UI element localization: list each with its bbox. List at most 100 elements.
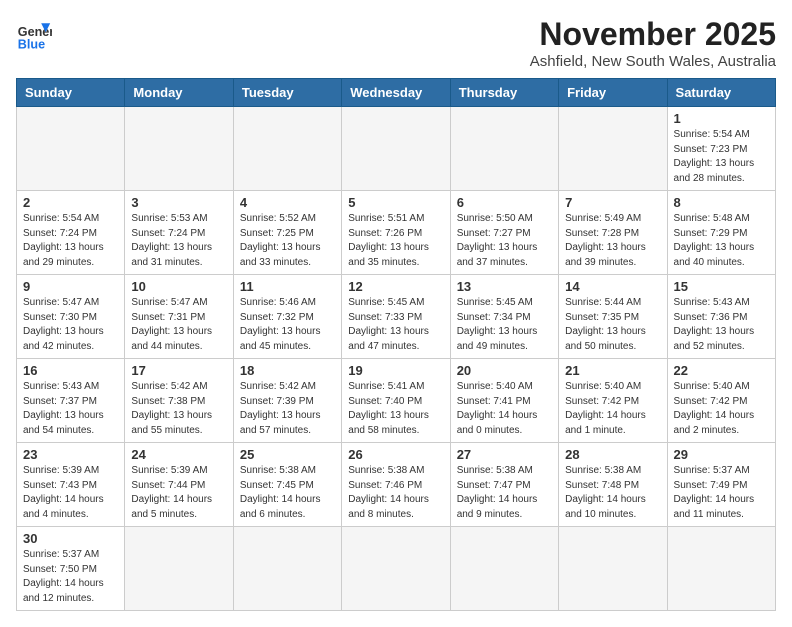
- day-info: Sunrise: 5:45 AM Sunset: 7:34 PM Dayligh…: [457, 296, 552, 354]
- calendar-cell: 21Sunrise: 5:40 AM Sunset: 7:42 PM Dayli…: [559, 359, 667, 443]
- calendar-cell: 18Sunrise: 5:42 AM Sunset: 7:39 PM Dayli…: [233, 359, 341, 443]
- calendar-cell: 30Sunrise: 5:37 AM Sunset: 7:50 PM Dayli…: [17, 527, 125, 611]
- day-info: Sunrise: 5:38 AM Sunset: 7:48 PM Dayligh…: [565, 464, 660, 522]
- day-number: 28: [565, 447, 660, 462]
- calendar-cell: [125, 107, 233, 191]
- day-info: Sunrise: 5:48 AM Sunset: 7:29 PM Dayligh…: [674, 212, 769, 270]
- month-title: November 2025: [530, 16, 776, 53]
- day-info: Sunrise: 5:44 AM Sunset: 7:35 PM Dayligh…: [565, 296, 660, 354]
- calendar-cell: 24 Sunrise: 5:39 AM Sunset: 7:44 PM Dayli…: [125, 443, 233, 527]
- day-number: 8: [674, 195, 769, 210]
- day-number: 27: [457, 447, 552, 462]
- day-number: 14: [565, 279, 660, 294]
- calendar-cell: 4 Sunrise: 5:52 AM Sunset: 7:25 PM Daylig…: [233, 191, 341, 275]
- calendar-cell: 8 Sunrise: 5:48 AM Sunset: 7:29 PM Daylig…: [667, 191, 775, 275]
- calendar-cell: 20 Sunrise: 5:40 AM Sunset: 7:41 PM Dayli…: [450, 359, 558, 443]
- day-number: 13: [457, 279, 552, 294]
- calendar-week-4: 16Sunrise: 5:43 AM Sunset: 7:37 PM Dayli…: [17, 359, 776, 443]
- day-number: 19: [348, 363, 443, 378]
- calendar-cell: 13 Sunrise: 5:45 AM Sunset: 7:34 PM Dayli…: [450, 275, 558, 359]
- calendar-cell: 28 Sunrise: 5:38 AM Sunset: 7:48 PM Dayli…: [559, 443, 667, 527]
- day-number: 16: [23, 363, 118, 378]
- day-number: 5: [348, 195, 443, 210]
- day-info: Sunrise: 5:41 AM Sunset: 7:40 PM Dayligh…: [348, 380, 443, 438]
- day-number: 4: [240, 195, 335, 210]
- day-info: Sunrise: 5:43 AM Sunset: 7:36 PM Dayligh…: [674, 296, 769, 354]
- day-number: 7: [565, 195, 660, 210]
- day-number: 29: [674, 447, 769, 462]
- calendar-cell: 22 Sunrise: 5:40 AM Sunset: 7:42 PM Dayli…: [667, 359, 775, 443]
- day-number: 23: [23, 447, 118, 462]
- day-info: Sunrise: 5:52 AM Sunset: 7:25 PM Dayligh…: [240, 212, 335, 270]
- weekday-header-saturday: Saturday: [667, 79, 775, 107]
- calendar-cell: 10 Sunrise: 5:47 AM Sunset: 7:31 PM Dayli…: [125, 275, 233, 359]
- day-info: Sunrise: 5:39 AM Sunset: 7:44 PM Dayligh…: [131, 464, 226, 522]
- day-info: Sunrise: 5:38 AM Sunset: 7:45 PM Dayligh…: [240, 464, 335, 522]
- day-number: 6: [457, 195, 552, 210]
- weekday-header-sunday: Sunday: [17, 79, 125, 107]
- calendar-cell: [450, 527, 558, 611]
- day-info: Sunrise: 5:42 AM Sunset: 7:39 PM Dayligh…: [240, 380, 335, 438]
- day-number: 3: [131, 195, 226, 210]
- logo: General Blue: [16, 16, 52, 52]
- day-number: 10: [131, 279, 226, 294]
- day-number: 12: [348, 279, 443, 294]
- calendar-cell: [559, 107, 667, 191]
- calendar-cell: 2Sunrise: 5:54 AM Sunset: 7:24 PM Daylig…: [17, 191, 125, 275]
- day-info: Sunrise: 5:45 AM Sunset: 7:33 PM Dayligh…: [348, 296, 443, 354]
- calendar-cell: [667, 527, 775, 611]
- day-info: Sunrise: 5:47 AM Sunset: 7:31 PM Dayligh…: [131, 296, 226, 354]
- svg-text:Blue: Blue: [18, 37, 45, 51]
- day-info: Sunrise: 5:40 AM Sunset: 7:42 PM Dayligh…: [565, 380, 660, 438]
- calendar-cell: 19 Sunrise: 5:41 AM Sunset: 7:40 PM Dayli…: [342, 359, 450, 443]
- calendar-cell: [342, 107, 450, 191]
- day-number: 26: [348, 447, 443, 462]
- weekday-header-monday: Monday: [125, 79, 233, 107]
- day-info: Sunrise: 5:38 AM Sunset: 7:47 PM Dayligh…: [457, 464, 552, 522]
- page-header: General Blue November 2025 Ashfield, New…: [16, 16, 776, 70]
- calendar-cell: [125, 527, 233, 611]
- calendar-cell: 25 Sunrise: 5:38 AM Sunset: 7:45 PM Dayli…: [233, 443, 341, 527]
- calendar-cell: 16Sunrise: 5:43 AM Sunset: 7:37 PM Dayli…: [17, 359, 125, 443]
- day-info: Sunrise: 5:54 AM Sunset: 7:24 PM Dayligh…: [23, 212, 118, 270]
- day-info: Sunrise: 5:53 AM Sunset: 7:24 PM Dayligh…: [131, 212, 226, 270]
- calendar-week-3: 9Sunrise: 5:47 AM Sunset: 7:30 PM Daylig…: [17, 275, 776, 359]
- day-number: 24: [131, 447, 226, 462]
- day-info: Sunrise: 5:37 AM Sunset: 7:50 PM Dayligh…: [23, 548, 118, 606]
- day-number: 20: [457, 363, 552, 378]
- calendar-cell: 15Sunrise: 5:43 AM Sunset: 7:36 PM Dayli…: [667, 275, 775, 359]
- calendar-cell: 27 Sunrise: 5:38 AM Sunset: 7:47 PM Dayli…: [450, 443, 558, 527]
- day-info: Sunrise: 5:49 AM Sunset: 7:28 PM Dayligh…: [565, 212, 660, 270]
- calendar-week-6: 30Sunrise: 5:37 AM Sunset: 7:50 PM Dayli…: [17, 527, 776, 611]
- calendar-cell: [233, 527, 341, 611]
- calendar-cell: 5Sunrise: 5:51 AM Sunset: 7:26 PM Daylig…: [342, 191, 450, 275]
- day-number: 25: [240, 447, 335, 462]
- calendar-cell: 9Sunrise: 5:47 AM Sunset: 7:30 PM Daylig…: [17, 275, 125, 359]
- weekday-header-wednesday: Wednesday: [342, 79, 450, 107]
- calendar-cell: 6 Sunrise: 5:50 AM Sunset: 7:27 PM Daylig…: [450, 191, 558, 275]
- day-number: 1: [674, 111, 769, 126]
- calendar-cell: 23Sunrise: 5:39 AM Sunset: 7:43 PM Dayli…: [17, 443, 125, 527]
- day-info: Sunrise: 5:37 AM Sunset: 7:49 PM Dayligh…: [674, 464, 769, 522]
- day-info: Sunrise: 5:50 AM Sunset: 7:27 PM Dayligh…: [457, 212, 552, 270]
- weekday-header-thursday: Thursday: [450, 79, 558, 107]
- calendar-week-2: 2Sunrise: 5:54 AM Sunset: 7:24 PM Daylig…: [17, 191, 776, 275]
- calendar-week-5: 23Sunrise: 5:39 AM Sunset: 7:43 PM Dayli…: [17, 443, 776, 527]
- day-info: Sunrise: 5:42 AM Sunset: 7:38 PM Dayligh…: [131, 380, 226, 438]
- day-info: Sunrise: 5:40 AM Sunset: 7:41 PM Dayligh…: [457, 380, 552, 438]
- calendar-cell: [450, 107, 558, 191]
- day-info: Sunrise: 5:54 AM Sunset: 7:23 PM Dayligh…: [674, 128, 769, 186]
- weekday-header-tuesday: Tuesday: [233, 79, 341, 107]
- calendar-cell: [342, 527, 450, 611]
- calendar-cell: 14 Sunrise: 5:44 AM Sunset: 7:35 PM Dayli…: [559, 275, 667, 359]
- title-area: November 2025 Ashfield, New South Wales,…: [530, 16, 776, 70]
- calendar-cell: [233, 107, 341, 191]
- location-title: Ashfield, New South Wales, Australia: [530, 53, 776, 70]
- calendar-cell: [559, 527, 667, 611]
- day-number: 17: [131, 363, 226, 378]
- calendar-header-row: SundayMondayTuesdayWednesdayThursdayFrid…: [17, 79, 776, 107]
- day-info: Sunrise: 5:40 AM Sunset: 7:42 PM Dayligh…: [674, 380, 769, 438]
- calendar-cell: [17, 107, 125, 191]
- day-number: 22: [674, 363, 769, 378]
- day-info: Sunrise: 5:47 AM Sunset: 7:30 PM Dayligh…: [23, 296, 118, 354]
